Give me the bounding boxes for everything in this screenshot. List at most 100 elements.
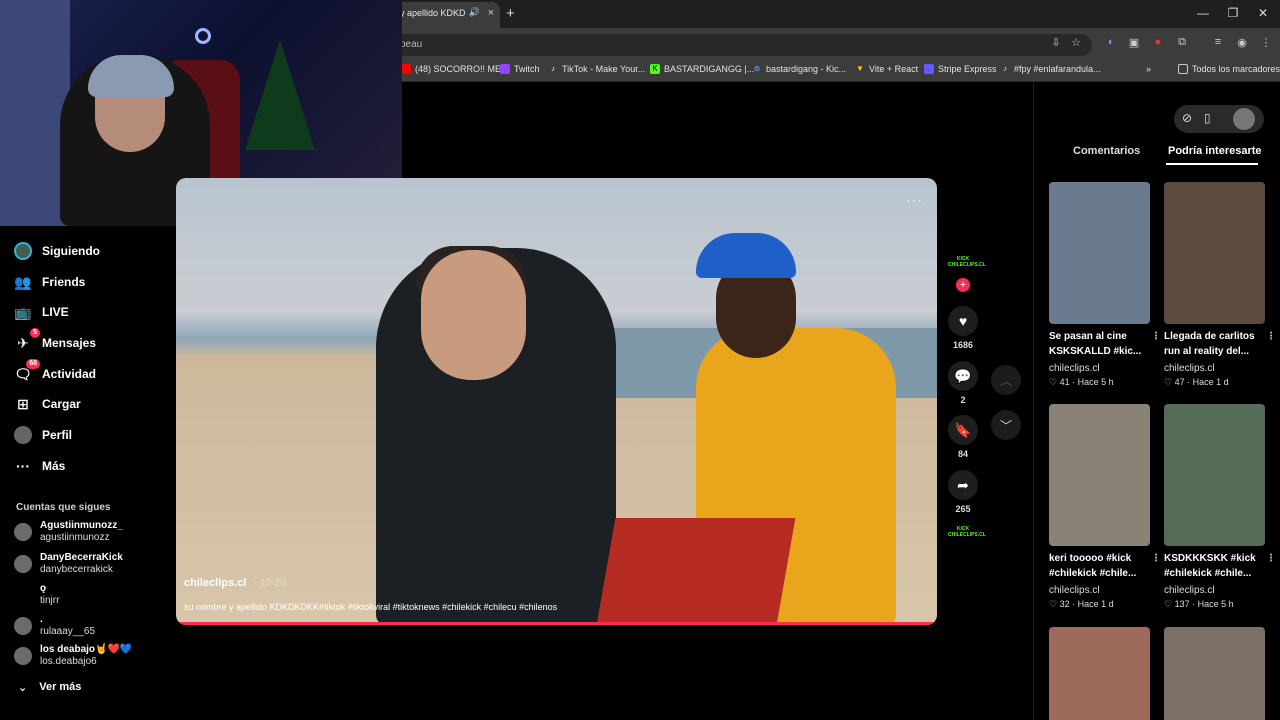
tab-comments[interactable]: Comentarios xyxy=(1073,145,1140,157)
extensions-puzzle-icon[interactable]: ⧉ xyxy=(1174,36,1190,52)
close-window-icon[interactable]: ✕ xyxy=(1248,6,1278,20)
related-video-thumbnail[interactable] xyxy=(1164,182,1265,324)
related-video-author[interactable]: chileclips.cl xyxy=(1049,363,1100,374)
related-video-title[interactable]: Se pasan al cine KSKSKALLD #kic... ⋮ xyxy=(1049,329,1161,359)
bookmark-item[interactable]: ♪ #fpy #enlafarandula... xyxy=(1000,64,1101,74)
related-video-title[interactable]: Llegada de carlitos run al reality del...… xyxy=(1164,329,1276,359)
active-tab-indicator xyxy=(1166,163,1258,165)
nav-mas[interactable]: ··· Más xyxy=(14,455,65,477)
avatar xyxy=(14,523,32,541)
video-player[interactable] xyxy=(176,178,937,625)
folder-icon xyxy=(1178,64,1188,74)
followed-account[interactable]: . rulaaay__65 xyxy=(14,614,95,638)
user-avatar[interactable] xyxy=(1233,108,1255,130)
messages-icon: ✈ 5 xyxy=(14,328,40,352)
nav-friends[interactable]: 👥 Friends xyxy=(14,271,85,293)
bookmark-item[interactable]: Twitch xyxy=(500,64,540,74)
avatar xyxy=(14,647,32,665)
vite-icon: ▼ xyxy=(856,64,864,73)
next-video-button[interactable]: ﹀ xyxy=(991,410,1021,440)
comment-button[interactable]: 💬 2 xyxy=(948,361,978,405)
music-disc[interactable]: KICK CHILECLIPS.CL xyxy=(948,526,986,538)
friends-icon: 👥 xyxy=(14,274,32,290)
followed-account[interactable]: los deabajo🤘❤️💙 los.deabajo6 xyxy=(14,644,132,668)
share-button[interactable]: ➦ 265 xyxy=(948,470,978,514)
extension-square-icon[interactable]: ▣ xyxy=(1126,36,1142,52)
follow-plus-icon[interactable]: + xyxy=(956,278,970,292)
all-bookmarks-folder[interactable]: Todos los marcadores xyxy=(1178,64,1280,74)
related-video-meta: ♡ 41 · Hace 5 h xyxy=(1049,377,1114,387)
kebab-icon[interactable]: ⋮ xyxy=(1151,329,1161,344)
followed-account[interactable]: DanyBecerraKick danybecerrakick xyxy=(14,552,123,576)
install-app-icon[interactable]: ⇩ xyxy=(1048,36,1064,52)
compass-icon[interactable]: ⊘ xyxy=(1182,111,1192,125)
tab-close-button[interactable]: × xyxy=(488,7,494,19)
related-video-thumbnail[interactable] xyxy=(1164,404,1265,546)
tab-related[interactable]: Podría interesarte xyxy=(1168,145,1262,157)
browser-tab-active[interactable]: y apellido KDKD 🔊 × xyxy=(392,2,500,28)
media-control-icon[interactable]: ≡ xyxy=(1210,36,1226,52)
extension-audio-icon[interactable]: ◖ xyxy=(1102,36,1118,52)
bookmark-item[interactable]: ♪ TikTok - Make Your... xyxy=(548,64,645,74)
related-video-author[interactable]: chileclips.cl xyxy=(1164,363,1215,374)
browser-menu-icon[interactable]: ⋮ xyxy=(1258,36,1274,52)
related-video-author[interactable]: chileclips.cl xyxy=(1049,585,1100,596)
bookmark-item[interactable]: ⊚ bastardigang - Kic... xyxy=(752,64,846,74)
mobile-icon[interactable]: ▯ xyxy=(1204,111,1211,125)
bookmark-item[interactable]: (48) SOCORRO!! ME... xyxy=(401,64,509,74)
related-video-thumbnail[interactable] xyxy=(1049,627,1150,720)
kebab-icon[interactable]: ⋮ xyxy=(1266,551,1276,566)
nav-perfil[interactable]: Perfil xyxy=(14,424,72,446)
nav-live[interactable]: 📺 LIVE xyxy=(14,301,68,323)
save-button[interactable]: 🔖 84 xyxy=(948,415,978,459)
related-video-title[interactable]: KSDKKKSKK #kick #chilekick #chile... ⋮ xyxy=(1164,551,1276,581)
avatar xyxy=(14,555,32,573)
activity-icon: 🗨 68 xyxy=(14,359,40,383)
followed-account[interactable]: Agustiinmunozz_ agustiinmunozz xyxy=(14,520,123,544)
following-section-title: Cuentas que sigues xyxy=(16,502,111,513)
kebab-icon[interactable]: ⋮ xyxy=(1151,551,1161,566)
video-author[interactable]: chileclips.cl xyxy=(184,577,246,589)
heart-icon: ♥ xyxy=(948,306,978,336)
more-icon: ··· xyxy=(16,458,30,474)
nav-mensajes[interactable]: ✈ 5 Mensajes xyxy=(14,328,96,354)
tab-title: y apellido KDKD xyxy=(400,8,466,18)
related-video-thumbnail[interactable] xyxy=(1164,627,1265,720)
nav-siguiendo[interactable]: Siguiendo xyxy=(14,240,100,262)
video-more-icon[interactable]: ··· xyxy=(906,192,923,208)
related-video-thumbnail[interactable] xyxy=(1049,182,1150,324)
see-more-button[interactable]: ⌄ Ver más xyxy=(18,681,81,694)
bookmark-item[interactable]: Stripe Express xyxy=(924,64,997,74)
tiktok-icon: ♪ xyxy=(1003,64,1007,73)
kebab-icon[interactable]: ⋮ xyxy=(1266,329,1276,344)
bookmark-item[interactable]: ▼ Vite + React xyxy=(855,64,918,74)
address-input[interactable]: peau xyxy=(392,34,1092,56)
like-button[interactable]: ♥ 1686 xyxy=(948,306,978,350)
profile-avatar-icon[interactable]: ◉ xyxy=(1234,36,1250,52)
bookmark-item[interactable]: K BASTARDIGANGG |... xyxy=(650,64,754,74)
followed-account[interactable]: ǫ tinjrr xyxy=(14,583,59,607)
new-tab-button[interactable]: + xyxy=(506,5,515,22)
share-icon: ➦ xyxy=(948,470,978,500)
author-avatar[interactable]: KICK CHILECLIPS.CL xyxy=(948,256,986,268)
extension-red-icon[interactable]: ● xyxy=(1150,36,1166,52)
video-progress-bar[interactable] xyxy=(176,622,937,625)
related-video-thumbnail[interactable] xyxy=(1049,404,1150,546)
restore-icon[interactable]: ❐ xyxy=(1218,6,1248,20)
bookmark-star-icon[interactable]: ☆ xyxy=(1068,36,1084,52)
activity-badge: 68 xyxy=(26,359,40,369)
nav-cargar[interactable]: ⊞ Cargar xyxy=(14,393,81,415)
minimize-icon[interactable]: — xyxy=(1188,6,1218,20)
speaker-icon[interactable]: 🔊 xyxy=(469,7,480,18)
messages-badge: 5 xyxy=(30,328,40,338)
bookmarks-overflow-icon[interactable]: » xyxy=(1146,64,1151,74)
related-video-author[interactable]: chileclips.cl xyxy=(1164,585,1215,596)
twitch-icon xyxy=(500,64,510,74)
previous-video-button[interactable]: ︿ xyxy=(991,365,1021,395)
heart-outline-icon: ♡ xyxy=(1049,599,1060,609)
nav-actividad[interactable]: 🗨 68 Actividad xyxy=(14,359,96,385)
stripe-icon xyxy=(924,64,934,74)
avatar-icon xyxy=(14,242,32,260)
live-icon: 📺 xyxy=(14,304,32,320)
related-video-title[interactable]: keri tooooo #kick #chilekick #chile... ⋮ xyxy=(1049,551,1161,581)
